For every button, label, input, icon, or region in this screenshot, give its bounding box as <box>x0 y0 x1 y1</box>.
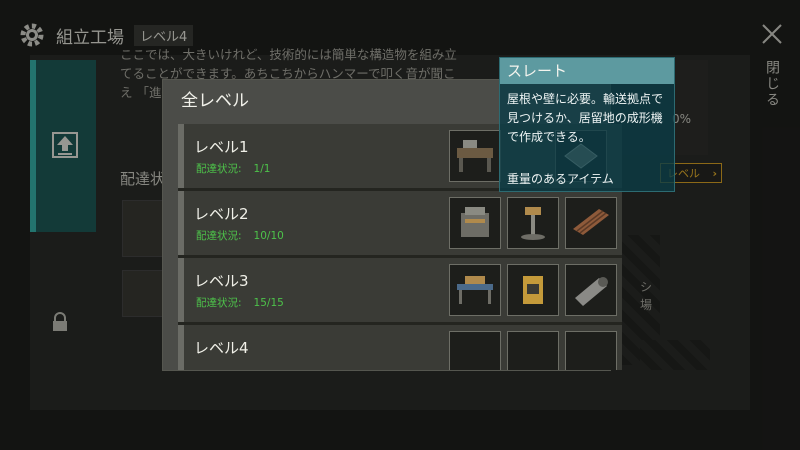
delivery-status: 配達状況: 15/15 <box>196 295 284 310</box>
required-items <box>449 264 617 316</box>
level-row[interactable]: レベル4 <box>178 325 622 370</box>
required-items <box>449 130 501 182</box>
tooltip-weight: 重量のあるアイテム <box>507 172 614 186</box>
drill-press-icon[interactable] <box>507 197 559 249</box>
crate-icon[interactable] <box>565 331 617 370</box>
machine-icon[interactable] <box>449 197 501 249</box>
dialog-title: 全レベル <box>181 91 249 111</box>
delivery-count: 15/15 <box>253 297 284 309</box>
delivery-status-label: 配達状況: <box>196 297 242 309</box>
wooden-planks-icon[interactable] <box>565 197 617 249</box>
item-tooltip: スレート 屋根や壁に必要。輸送拠点で見つけるか、居留地の成形機で作成できる。 重… <box>499 57 675 192</box>
tooltip-description: 屋根や壁に必要。輸送拠点で見つけるか、居留地の成形機で作成できる。 <box>507 92 664 144</box>
press-machine-icon[interactable] <box>507 264 559 316</box>
delivery-status-label: 配達状況: <box>196 230 242 242</box>
pipe-icon[interactable] <box>565 264 617 316</box>
required-items <box>449 331 617 370</box>
level-row[interactable]: レベル3 配達状況: 15/15 <box>178 258 622 322</box>
level-name: レベル3 <box>194 272 249 290</box>
delivery-status-label: 配達状況: <box>196 163 242 175</box>
delivery-count: 10/10 <box>253 230 284 242</box>
assembly-table-icon[interactable] <box>449 264 501 316</box>
level-name: レベル4 <box>194 339 249 357</box>
delivery-count: 1/1 <box>253 163 271 175</box>
tooltip-title: スレート <box>500 58 674 84</box>
delivery-status: 配達状況: 1/1 <box>196 161 270 176</box>
level-name: レベル2 <box>194 205 249 223</box>
required-items <box>449 197 617 249</box>
workbench-icon[interactable] <box>449 331 501 370</box>
level-row[interactable]: レベル2 配達状況: 10/10 <box>178 191 622 255</box>
delivery-status: 配達状況: 10/10 <box>196 228 284 243</box>
machine-icon[interactable] <box>507 331 559 370</box>
level-name: レベル1 <box>194 138 249 156</box>
workbench-icon[interactable] <box>449 130 501 182</box>
